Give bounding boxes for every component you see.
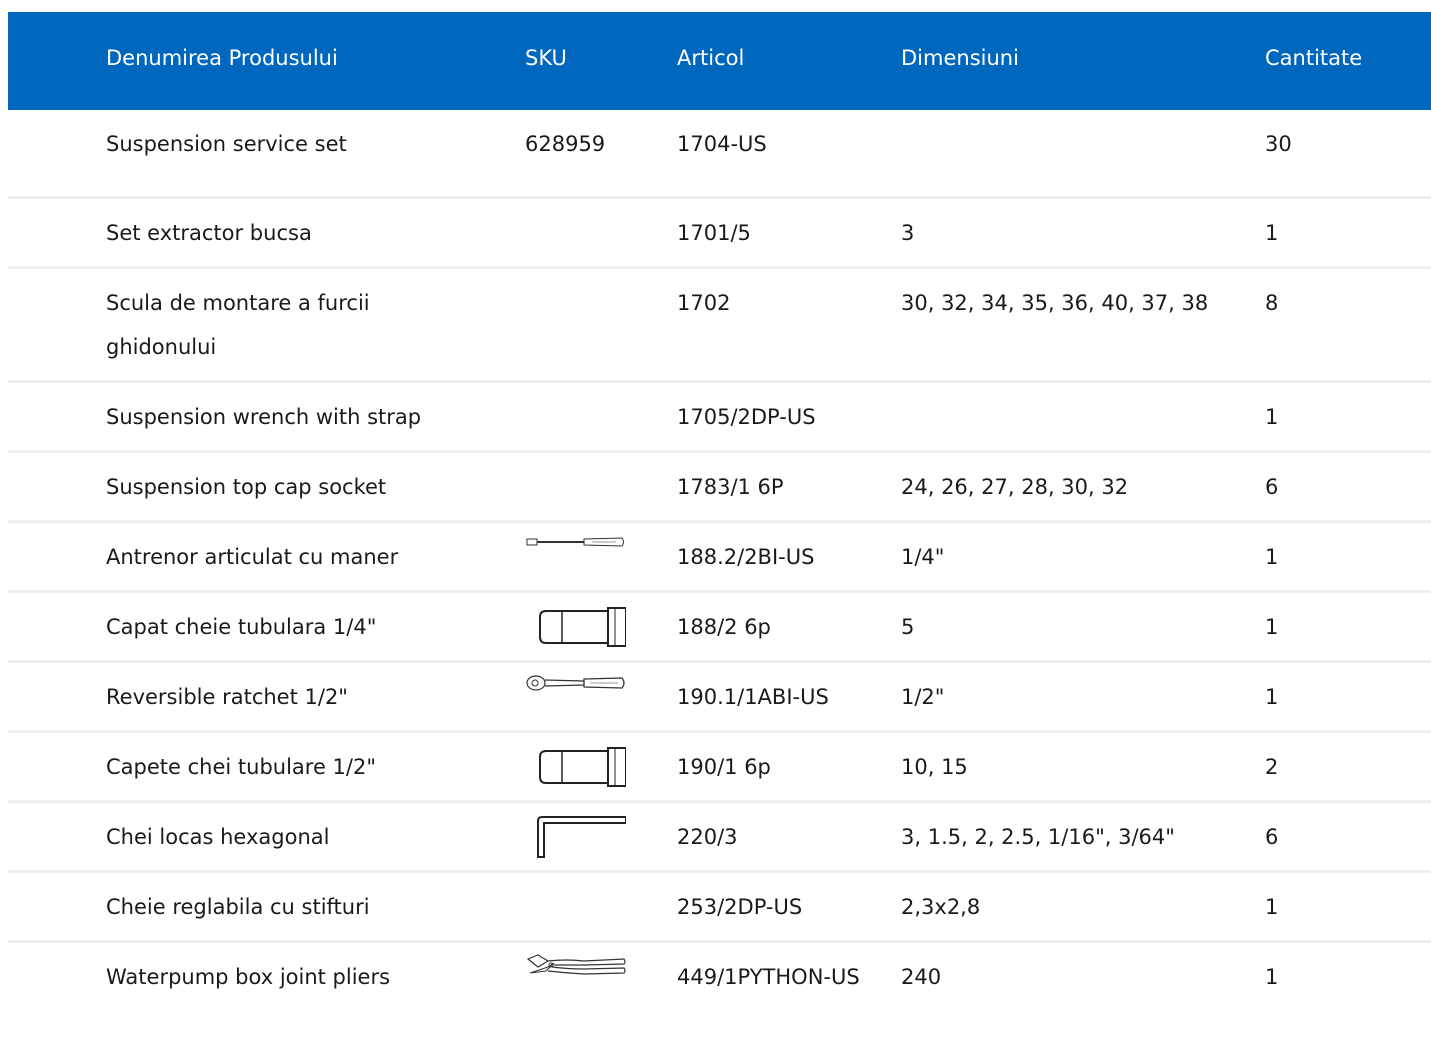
product-article: 190/1 6p bbox=[677, 755, 771, 779]
product-dimensions: 5 bbox=[901, 615, 915, 639]
product-dimensions: 30, 32, 34, 35, 36, 40, 37, 38 bbox=[901, 291, 1209, 315]
header-sku: SKU bbox=[525, 46, 567, 70]
product-quantity: 1 bbox=[1265, 895, 1279, 919]
product-article: 253/2DP-US bbox=[677, 895, 803, 919]
table-row: Capat cheie tubulara 1/4" 188/2 6p 5 1 bbox=[8, 593, 1431, 663]
product-name: Cheie reglabila cu stifturi bbox=[106, 895, 370, 919]
product-article: 220/3 bbox=[677, 825, 738, 849]
product-article: 1701/5 bbox=[677, 221, 751, 245]
product-article: 1704-US bbox=[677, 132, 767, 156]
header-dimensions: Dimensiuni bbox=[901, 46, 1019, 70]
product-name: Capat cheie tubulara 1/4" bbox=[106, 615, 377, 639]
product-article: 1702 bbox=[677, 291, 731, 315]
product-dimensions: 2,3x2,8 bbox=[901, 895, 981, 919]
product-name: Reversible ratchet 1/2" bbox=[106, 685, 348, 709]
hex-key-icon bbox=[526, 813, 626, 859]
product-quantity: 1 bbox=[1265, 221, 1279, 245]
table-row: Suspension service set 628959 1704-US 30 bbox=[8, 110, 1431, 199]
header-quantity: Cantitate bbox=[1265, 46, 1363, 70]
table-row: Chei locas hexagonal 220/3 3, 1.5, 2, 2.… bbox=[8, 803, 1431, 873]
socket-icon bbox=[526, 745, 626, 787]
product-quantity: 6 bbox=[1265, 475, 1279, 499]
table-row: Reversible ratchet 1/2" 190.1/1ABI-US 1/… bbox=[8, 663, 1431, 733]
table-row: Set extractor bucsa 1701/5 3 1 bbox=[8, 199, 1431, 269]
product-name: Chei locas hexagonal bbox=[106, 825, 330, 849]
product-sku: 628959 bbox=[525, 132, 606, 156]
header-article: Articol bbox=[677, 46, 745, 70]
socket-icon bbox=[526, 605, 626, 647]
product-quantity: 1 bbox=[1265, 965, 1279, 989]
product-quantity: 8 bbox=[1265, 291, 1279, 315]
table-row: Scula de montare a furcii ghidonului 170… bbox=[8, 269, 1431, 383]
flex-handle-icon bbox=[526, 535, 626, 549]
table-row: Suspension wrench with strap 1705/2DP-US… bbox=[8, 383, 1431, 453]
product-article: 449/1PYTHON-US bbox=[677, 965, 860, 989]
product-dimensions: 1/4" bbox=[901, 545, 945, 569]
product-name: Capete chei tubulare 1/2" bbox=[106, 755, 377, 779]
product-dimensions: 3 bbox=[901, 221, 915, 245]
table-row: Antrenor articulat cu maner 188.2/2BI-US… bbox=[8, 523, 1431, 593]
product-dimensions: 3, 1.5, 2, 2.5, 1/16", 3/64" bbox=[901, 825, 1175, 849]
pliers-icon bbox=[526, 953, 626, 979]
table-row: Suspension top cap socket 1783/1 6P 24, … bbox=[8, 453, 1431, 523]
product-dimensions: 24, 26, 27, 28, 30, 32 bbox=[901, 475, 1129, 499]
table-row: Capete chei tubulare 1/2" 190/1 6p 10, 1… bbox=[8, 733, 1431, 803]
product-dimensions: 10, 15 bbox=[901, 755, 968, 779]
product-article: 188.2/2BI-US bbox=[677, 545, 815, 569]
product-article: 1705/2DP-US bbox=[677, 405, 816, 429]
product-name: Suspension service set bbox=[106, 132, 347, 156]
product-quantity: 6 bbox=[1265, 825, 1279, 849]
product-table: Denumirea Produsului SKU Articol Dimensi… bbox=[8, 12, 1431, 1039]
product-quantity: 30 bbox=[1265, 132, 1292, 156]
product-name: Antrenor articulat cu maner bbox=[106, 545, 399, 569]
table-header: Denumirea Produsului SKU Articol Dimensi… bbox=[8, 12, 1431, 110]
product-name: Suspension wrench with strap bbox=[106, 405, 422, 429]
ratchet-icon bbox=[526, 673, 626, 693]
product-article: 188/2 6p bbox=[677, 615, 771, 639]
product-dimensions: 1/2" bbox=[901, 685, 945, 709]
table-row: Cheie reglabila cu stifturi 253/2DP-US 2… bbox=[8, 873, 1431, 943]
product-name: Scula de montare a furcii ghidonului bbox=[106, 291, 370, 359]
header-name: Denumirea Produsului bbox=[106, 46, 338, 70]
product-quantity: 1 bbox=[1265, 545, 1279, 569]
product-dimensions: 240 bbox=[901, 965, 942, 989]
product-article: 190.1/1ABI-US bbox=[677, 685, 829, 709]
product-quantity: 2 bbox=[1265, 755, 1279, 779]
product-article: 1783/1 6P bbox=[677, 475, 784, 499]
product-name: Suspension top cap socket bbox=[106, 475, 387, 499]
product-name: Waterpump box joint pliers bbox=[106, 965, 391, 989]
product-quantity: 1 bbox=[1265, 685, 1279, 709]
product-quantity: 1 bbox=[1265, 615, 1279, 639]
product-name: Set extractor bucsa bbox=[106, 221, 312, 245]
table-row: Waterpump box joint pliers 449/1PYTHON-U… bbox=[8, 943, 1431, 1039]
product-quantity: 1 bbox=[1265, 405, 1279, 429]
